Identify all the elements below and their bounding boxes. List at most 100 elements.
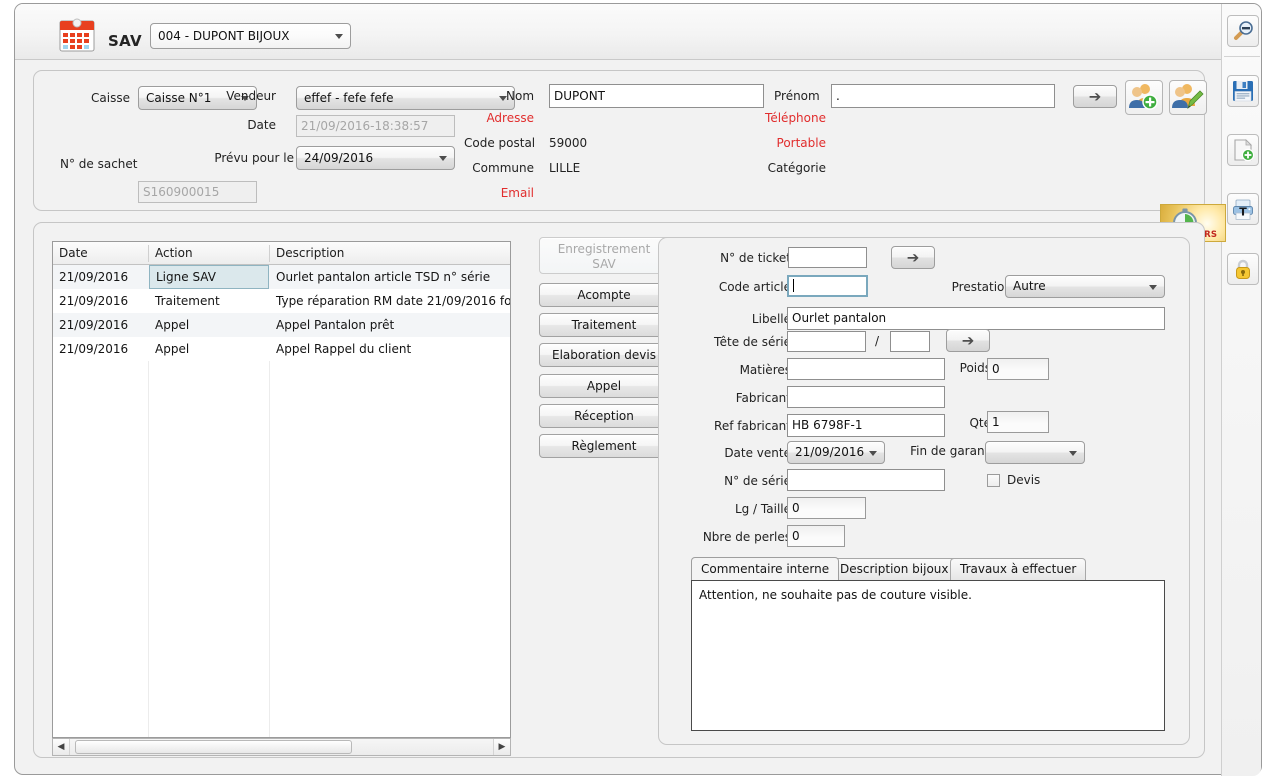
commentaire-interne-textarea[interactable]: Attention, ne souhaite pas de couture vi… [691, 580, 1165, 731]
client-selector-combo[interactable]: 004 - DUPONT BIJOUX [150, 23, 351, 49]
column-header-date[interactable]: Date [53, 242, 148, 264]
ref-fabricant-input[interactable]: HB 6798F-1 [787, 414, 945, 437]
tete-serie-goto-button[interactable]: ➔ [946, 329, 990, 352]
add-client-button[interactable] [1125, 80, 1163, 115]
date-vente-combo[interactable]: 21/09/2016 [787, 441, 885, 464]
table-row[interactable]: 21/09/2016 Appel Appel Pantalon prêt [53, 313, 510, 337]
value-code-postal: 59000 [549, 136, 588, 150]
label-adresse: Adresse [486, 111, 534, 125]
label-categorie: Catégorie [767, 161, 826, 175]
qte-input[interactable]: 1 [987, 411, 1049, 433]
tab-commentaire-interne[interactable]: Commentaire interne [691, 557, 840, 580]
fabricant-input[interactable] [787, 386, 945, 408]
nom-input[interactable]: DUPONT [549, 84, 764, 108]
triangle-right-icon: ▶ [498, 742, 506, 752]
matieres-input[interactable] [787, 358, 945, 380]
column-header-action[interactable]: Action [149, 242, 269, 264]
table-row[interactable]: 21/09/2016 Appel Appel Rappel du client [53, 337, 510, 361]
add-client-icon [1129, 84, 1158, 110]
goto-client-button[interactable]: ➔ [1073, 85, 1117, 108]
column-header-description[interactable]: Description [270, 242, 510, 264]
date-input[interactable]: 21/09/2016-18:38:57 [296, 115, 455, 137]
tab-travaux-a-effectuer[interactable]: Travaux à effectuer [950, 558, 1087, 580]
search-button[interactable] [1227, 15, 1259, 47]
prenom-input[interactable]: . [831, 84, 1055, 108]
print-button[interactable]: T [1227, 193, 1259, 225]
label-tete-serie: Tête de série [713, 335, 791, 349]
cell-description: Type réparation RM date 21/09/2016 fou [276, 294, 511, 308]
application-window: SAV 004 - DUPONT BIJOUX T N° de sachet S… [14, 3, 1262, 776]
ticket-goto-button[interactable]: ➔ [891, 246, 935, 269]
history-list[interactable]: Date Action Description 21/09/2016 Ligne… [52, 241, 511, 738]
label-caisse: Caisse [91, 91, 130, 105]
client-info-panel: N° de sachet S160900015 Caisse Caisse N°… [33, 70, 1226, 242]
cell-date: 21/09/2016 [59, 294, 129, 308]
lock-button[interactable] [1227, 253, 1259, 285]
prevu-combo[interactable]: 24/09/2016 [296, 146, 455, 170]
label-code-article: Code article [718, 280, 791, 294]
num-serie-input[interactable] [787, 469, 945, 491]
label-telephone: Téléphone [765, 111, 826, 125]
label-code-postal: Code postal [464, 136, 536, 150]
label-date: Date [247, 118, 276, 132]
elaboration-devis-button[interactable]: Elaboration devis [539, 343, 669, 367]
triangle-left-icon: ◀ [57, 742, 65, 752]
fin-garantie-combo[interactable] [985, 441, 1085, 464]
traitement-button[interactable]: Traitement [539, 313, 669, 337]
arrow-right-icon: ➔ [961, 331, 975, 349]
cell-action: Traitement [155, 294, 220, 308]
save-button[interactable] [1227, 75, 1259, 107]
label-fabricant: Fabricant [735, 391, 791, 405]
lg-taille-input[interactable]: 0 [787, 497, 866, 519]
label-devis: Devis [1007, 473, 1041, 487]
tete-serie-input-1[interactable] [787, 331, 866, 352]
enregistrement-sav-line2: SAV [592, 257, 616, 271]
scroll-right-button[interactable]: ▶ [493, 739, 510, 755]
value-commune: LILLE [549, 161, 581, 175]
scrollbar-thumb[interactable] [75, 740, 352, 754]
edit-client-button[interactable] [1169, 80, 1207, 115]
tete-serie-input-2[interactable] [890, 331, 930, 352]
label-qte: Qte [969, 416, 991, 430]
appel-button[interactable]: Appel [539, 374, 669, 398]
label-ticket: N° de ticket [720, 251, 791, 265]
label-commune: Commune [472, 161, 534, 175]
label-sachet: N° de sachet [60, 157, 138, 171]
tete-serie-separator: / [875, 334, 880, 348]
label-prevu: Prévu pour le [214, 151, 294, 165]
right-toolbar: T [1221, 4, 1261, 776]
libelle-input[interactable]: Ourlet pantalon [787, 307, 1165, 330]
sachet-input[interactable]: S160900015 [138, 181, 257, 203]
label-fin-garantie: Fin de garantie [910, 444, 1000, 458]
label-vendeur: Vendeur [226, 89, 276, 103]
reglement-button[interactable]: Règlement [539, 434, 669, 458]
nbre-perles-input[interactable]: 0 [787, 525, 845, 547]
label-lg-taille: Lg / Taille [734, 502, 791, 516]
enregistrement-sav-button[interactable]: Enregistrement SAV [539, 237, 669, 274]
cell-description: Appel Rappel du client [276, 342, 412, 356]
acompte-button[interactable]: Acompte [539, 283, 669, 307]
devis-checkbox[interactable] [987, 474, 1000, 487]
scroll-left-button[interactable]: ◀ [53, 739, 70, 755]
table-row[interactable]: 21/09/2016 Ligne SAV Ourlet pantalon art… [53, 265, 510, 289]
table-row[interactable]: 21/09/2016 Traitement Type réparation RM… [53, 289, 510, 313]
vendeur-combo[interactable]: effef - fefe fefe [296, 86, 515, 110]
reception-button[interactable]: Réception [539, 404, 669, 428]
cell-description: Appel Pantalon prêt [276, 318, 395, 332]
cell-action: Appel [155, 318, 190, 332]
ticket-input[interactable] [788, 247, 867, 268]
new-document-button[interactable] [1227, 134, 1259, 166]
cell-date: 21/09/2016 [59, 270, 129, 284]
title-bar: SAV 004 - DUPONT BIJOUX [15, 4, 1223, 60]
app-title: SAV [108, 32, 142, 50]
label-num-serie: N° de série [724, 474, 791, 488]
history-list-hscrollbar[interactable]: ◀ ▶ [52, 738, 511, 756]
label-email: Email [500, 186, 534, 200]
poids-input[interactable]: 0 [987, 358, 1049, 380]
cell-action: Ligne SAV [149, 265, 269, 289]
prestation-combo[interactable]: Autre [1005, 275, 1165, 298]
tab-description-bijoux[interactable]: Description bijoux [830, 558, 959, 580]
label-prestation: Prestation [951, 280, 1012, 294]
arrow-right-icon: ➔ [1088, 87, 1102, 105]
code-article-input[interactable] [787, 275, 868, 297]
